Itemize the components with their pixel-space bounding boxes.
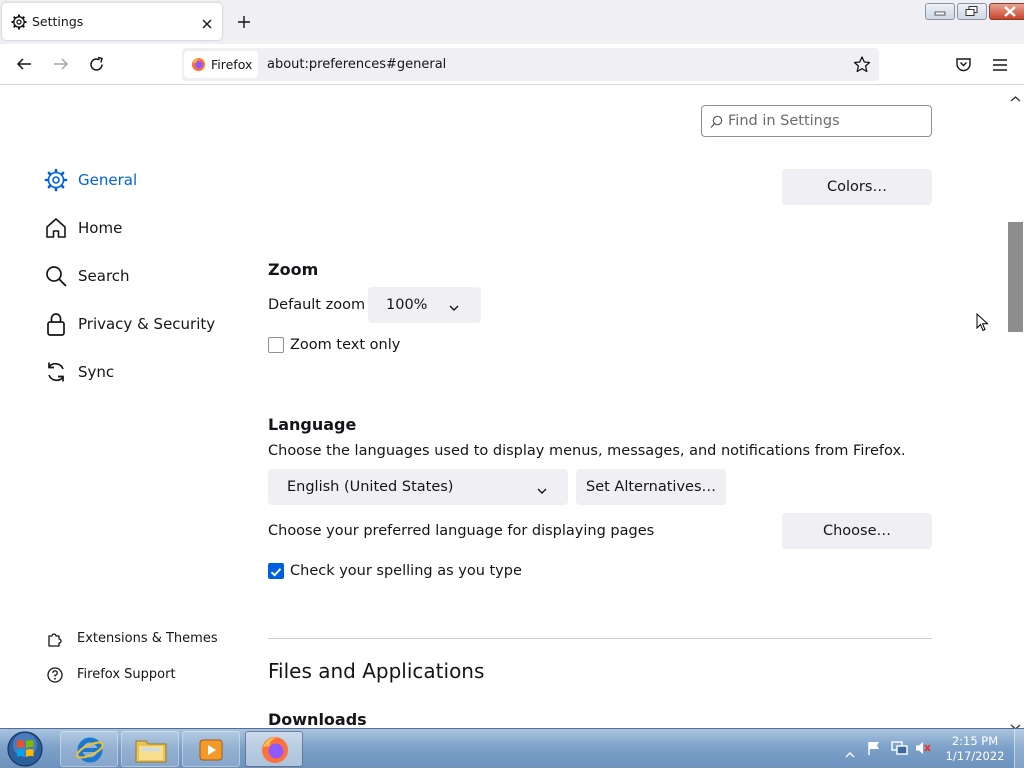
clock-date: 1/17/2022 (945, 749, 1005, 763)
chevron-down-icon (449, 300, 459, 316)
default-zoom-label: Default zoom (268, 297, 366, 313)
gear-icon (11, 14, 27, 34)
firefox-logo-icon (191, 57, 206, 75)
page-scrollbar[interactable] (1007, 85, 1024, 730)
new-tab-icon[interactable] (236, 14, 252, 34)
menu-hamburger-icon[interactable] (992, 57, 1008, 76)
close-tab-icon[interactable] (201, 15, 213, 34)
action-center-flag-icon[interactable] (866, 740, 882, 760)
forward-arrow-icon[interactable] (52, 56, 70, 76)
language-select[interactable]: English (United States) (268, 469, 568, 505)
back-arrow-icon[interactable] (15, 56, 33, 76)
url-bar[interactable]: Firefox about:preferences#general (182, 48, 879, 81)
taskbar-media-player-button[interactable] (182, 731, 240, 767)
windows-taskbar: 2:15 PM 1/17/2022 (0, 728, 1024, 768)
colors-button[interactable]: Colors… (782, 169, 932, 205)
spelling-label: Check your spelling as you type (290, 563, 522, 579)
help-icon (46, 666, 64, 688)
taskbar-clock[interactable]: 2:15 PM 1/17/2022 (940, 734, 1010, 764)
settings-search-input[interactable]: Find in Settings (701, 105, 932, 137)
scroll-up-icon[interactable] (1010, 88, 1021, 107)
extensions-themes-label: Extensions & Themes (77, 631, 218, 646)
scrollbar-thumb[interactable] (1008, 222, 1023, 332)
search-icon (44, 264, 68, 292)
minimize-button[interactable] (925, 3, 955, 20)
firefox-support-label: Firefox Support (77, 667, 176, 682)
default-zoom-value: 100% (386, 297, 428, 313)
firefox-logo-icon (260, 735, 290, 769)
checkmark-icon (270, 568, 282, 577)
choose-language-button[interactable]: Choose… (782, 513, 932, 549)
show-hidden-icons-icon[interactable] (845, 744, 855, 763)
language-description: Choose the languages used to display men… (268, 443, 906, 459)
folder-icon (135, 737, 167, 767)
zoom-text-only-checkbox[interactable] (268, 337, 284, 353)
taskbar-firefox-button[interactable] (245, 731, 303, 767)
tab-title: Settings (32, 14, 84, 29)
sidebar-item-label: Sync (78, 363, 115, 381)
sidebar-item-label: General (78, 171, 138, 189)
settings-search-placeholder: Find in Settings (728, 113, 840, 129)
page-language-label: Choose your preferred language for displ… (268, 523, 655, 539)
clock-time: 2:15 PM (951, 734, 999, 748)
tab-strip: Settings (0, 0, 1024, 44)
taskbar-explorer-button[interactable] (121, 731, 179, 767)
start-button-icon[interactable] (5, 730, 45, 772)
show-desktop-button[interactable] (1014, 729, 1024, 768)
lock-icon (44, 311, 68, 341)
volume-muted-icon[interactable] (914, 740, 932, 760)
sidebar-item-label: Search (78, 267, 130, 285)
puzzle-icon (46, 630, 64, 652)
downloads-heading: Downloads (268, 710, 367, 729)
close-window-button[interactable] (989, 3, 1024, 20)
spelling-checkbox[interactable] (268, 563, 284, 579)
sidebar-item-label: Privacy & Security (78, 315, 216, 333)
zoom-text-only-label: Zoom text only (290, 337, 401, 353)
internet-explorer-icon (75, 736, 105, 768)
tab-settings[interactable]: Settings (2, 3, 222, 40)
reload-icon[interactable] (88, 56, 105, 77)
sidebar-item-label: Home (78, 219, 123, 237)
home-icon (44, 216, 68, 244)
identity-box[interactable]: Firefox (184, 51, 258, 78)
url-text: about:preferences#general (267, 57, 447, 72)
restore-button[interactable] (957, 3, 987, 20)
nav-toolbar: Firefox about:preferences#general (0, 44, 1024, 85)
language-selected: English (United States) (287, 479, 454, 495)
network-icon[interactable] (890, 740, 908, 760)
search-icon (710, 114, 723, 133)
zoom-heading: Zoom (268, 260, 319, 279)
bookmark-star-icon[interactable] (853, 56, 871, 77)
files-applications-heading: Files and Applications (268, 659, 485, 683)
gear-icon (44, 168, 68, 196)
language-heading: Language (268, 415, 357, 434)
default-zoom-select[interactable]: 100% (368, 287, 481, 323)
sync-icon (44, 360, 68, 388)
media-player-icon (198, 737, 226, 767)
taskbar-ie-button[interactable] (60, 731, 118, 767)
pocket-icon[interactable] (955, 56, 972, 76)
section-divider (268, 638, 932, 639)
mouse-cursor-icon (976, 312, 990, 337)
set-alternatives-button[interactable]: Set Alternatives… (576, 469, 726, 505)
identity-label: Firefox (211, 57, 253, 72)
chevron-down-icon (537, 483, 547, 499)
